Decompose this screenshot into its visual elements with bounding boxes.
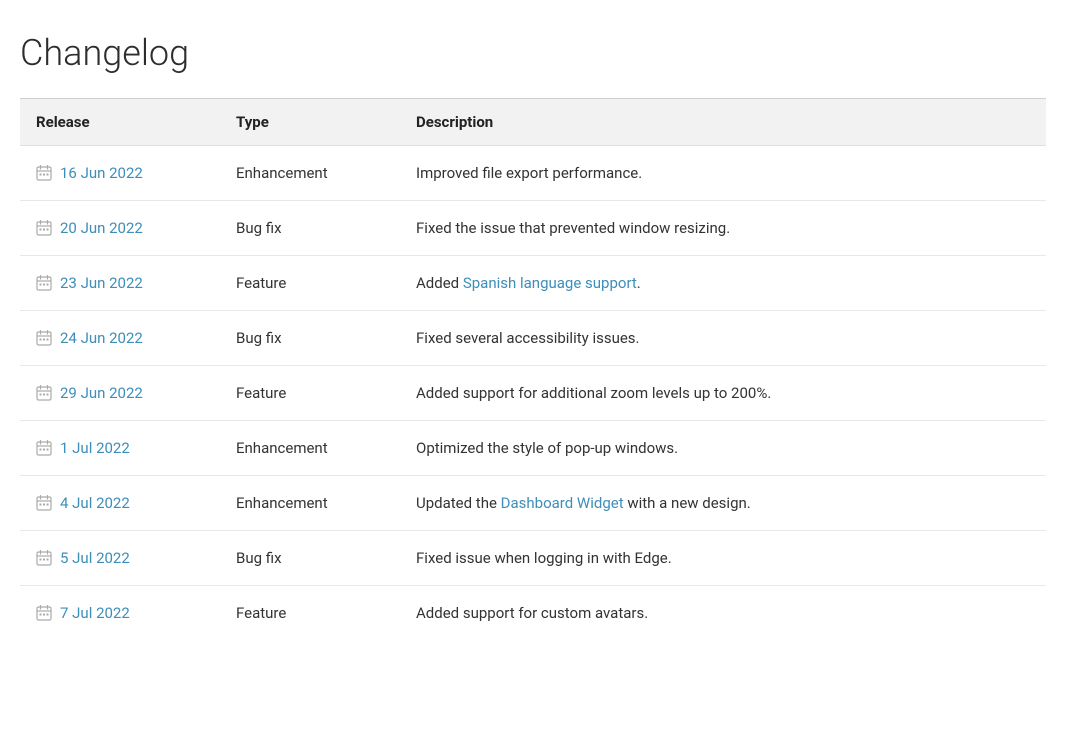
release-date: 16 Jun 2022 xyxy=(60,164,143,182)
release-date: 5 Jul 2022 xyxy=(60,549,130,567)
calendar-icon xyxy=(36,550,52,566)
table-row: 24 Jun 2022 Bug fix Fixed several accessi… xyxy=(20,311,1046,366)
table-header-row: Release Type Description xyxy=(20,99,1046,146)
calendar-icon xyxy=(36,220,52,236)
release-cell[interactable]: 5 Jul 2022 xyxy=(20,531,220,586)
release-date: 23 Jun 2022 xyxy=(60,274,143,292)
release-cell[interactable]: 23 Jun 2022 xyxy=(20,256,220,311)
description-cell: Added support for additional zoom levels… xyxy=(400,366,1046,421)
description-text: Optimized the style of pop-up windows. xyxy=(416,439,678,457)
description-cell: Added support for custom avatars. xyxy=(400,586,1046,641)
description-cell: Added Spanish language support. xyxy=(400,256,1046,311)
description-text: with a new design. xyxy=(624,494,751,512)
description-text: Updated the xyxy=(416,494,501,512)
type-cell: Bug fix xyxy=(220,311,400,366)
type-cell: Enhancement xyxy=(220,421,400,476)
type-cell: Enhancement xyxy=(220,146,400,201)
description-cell: Optimized the style of pop-up windows. xyxy=(400,421,1046,476)
description-cell: Fixed several accessibility issues. xyxy=(400,311,1046,366)
calendar-icon xyxy=(36,275,52,291)
calendar-icon xyxy=(36,330,52,346)
table-row: 16 Jun 2022 Enhancement Improved file exp… xyxy=(20,146,1046,201)
release-date: 1 Jul 2022 xyxy=(60,439,130,457)
release-cell[interactable]: 7 Jul 2022 xyxy=(20,586,220,641)
calendar-icon xyxy=(36,440,52,456)
type-cell: Enhancement xyxy=(220,476,400,531)
header-release: Release xyxy=(20,99,220,146)
type-cell: Bug fix xyxy=(220,201,400,256)
description-text: Improved file export performance. xyxy=(416,164,642,182)
description-text: Fixed the issue that prevented window re… xyxy=(416,219,730,237)
description-text: . xyxy=(637,274,641,292)
release-cell[interactable]: 20 Jun 2022 xyxy=(20,201,220,256)
description-text: Added support for custom avatars. xyxy=(416,604,648,622)
release-date: 24 Jun 2022 xyxy=(60,329,143,347)
type-cell: Bug fix xyxy=(220,531,400,586)
header-type: Type xyxy=(220,99,400,146)
type-cell: Feature xyxy=(220,256,400,311)
description-cell: Improved file export performance. xyxy=(400,146,1046,201)
table-row: 7 Jul 2022 Feature Added support for cust… xyxy=(20,586,1046,641)
table-row: 29 Jun 2022 Feature Added support for add… xyxy=(20,366,1046,421)
description-text: Added support for additional zoom levels… xyxy=(416,384,771,402)
table-row: 5 Jul 2022 Bug fix Fixed issue when loggi… xyxy=(20,531,1046,586)
release-date: 4 Jul 2022 xyxy=(60,494,130,512)
description-cell: Fixed the issue that prevented window re… xyxy=(400,201,1046,256)
description-text: Added xyxy=(416,274,463,292)
description-link[interactable]: Spanish language support xyxy=(463,274,637,292)
table-row: 4 Jul 2022 EnhancementUpdated the Dashbo… xyxy=(20,476,1046,531)
description-text: Fixed several accessibility issues. xyxy=(416,329,640,347)
type-cell: Feature xyxy=(220,586,400,641)
table-row: 20 Jun 2022 Bug fix Fixed the issue that … xyxy=(20,201,1046,256)
release-cell[interactable]: 16 Jun 2022 xyxy=(20,146,220,201)
type-cell: Feature xyxy=(220,366,400,421)
table-row: 1 Jul 2022 Enhancement Optimized the styl… xyxy=(20,421,1046,476)
page-title: Changelog xyxy=(20,32,1046,74)
release-cell[interactable]: 4 Jul 2022 xyxy=(20,476,220,531)
description-link[interactable]: Dashboard Widget xyxy=(501,494,624,512)
description-cell: Updated the Dashboard Widget with a new … xyxy=(400,476,1046,531)
calendar-icon xyxy=(36,495,52,511)
release-cell[interactable]: 29 Jun 2022 xyxy=(20,366,220,421)
release-date: 29 Jun 2022 xyxy=(60,384,143,402)
changelog-table: Release Type Description 16 xyxy=(20,99,1046,640)
release-date: 7 Jul 2022 xyxy=(60,604,130,622)
calendar-icon xyxy=(36,385,52,401)
header-description: Description xyxy=(400,99,1046,146)
release-cell[interactable]: 24 Jun 2022 xyxy=(20,311,220,366)
release-cell[interactable]: 1 Jul 2022 xyxy=(20,421,220,476)
calendar-icon xyxy=(36,605,52,621)
release-date: 20 Jun 2022 xyxy=(60,219,143,237)
calendar-icon xyxy=(36,165,52,181)
description-text: Fixed issue when logging in with Edge. xyxy=(416,549,672,567)
description-cell: Fixed issue when logging in with Edge. xyxy=(400,531,1046,586)
table-row: 23 Jun 2022 FeatureAdded Spanish languag… xyxy=(20,256,1046,311)
